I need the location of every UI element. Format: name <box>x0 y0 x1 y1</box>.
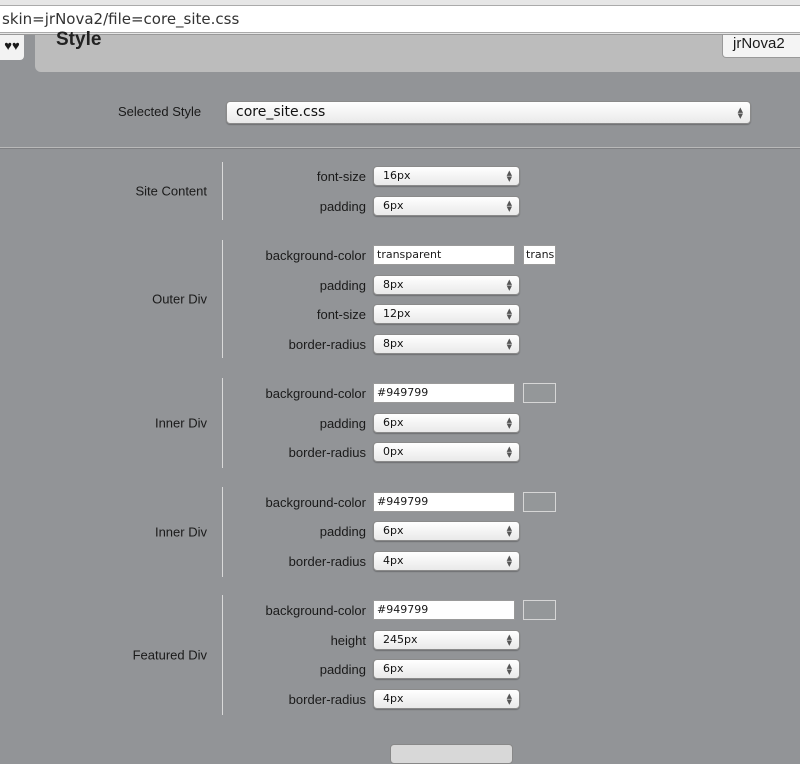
select-value: 8px <box>383 278 404 291</box>
property-label: padding <box>319 278 366 293</box>
property-row: height 245px ▲ ▼ <box>0 630 800 652</box>
border-radius-select[interactable]: 4px ▲ ▼ <box>373 551 520 571</box>
select-arrows-icon: ▲ ▼ <box>506 554 512 568</box>
property-row: background-color transparent trans <box>0 245 800 267</box>
property-label: background-color <box>265 495 366 510</box>
property-label: height <box>330 633 366 648</box>
selected-style-value: core_site.css <box>236 104 326 120</box>
select-value: 12px <box>383 307 411 320</box>
property-row: font-size 16px ▲ ▼ <box>0 166 800 188</box>
select-value: 0px <box>383 445 404 458</box>
property-row: background-color #949799 <box>0 383 800 405</box>
property-label: padding <box>319 416 366 431</box>
select-value: 6px <box>383 524 404 537</box>
select-arrows-icon: ▲ ▼ <box>506 662 512 676</box>
select-arrows-icon: ▲ ▼ <box>506 416 512 430</box>
color-swatch[interactable] <box>523 492 556 512</box>
property-label: background-color <box>265 386 366 401</box>
padding-select[interactable]: 8px ▲ ▼ <box>373 275 520 295</box>
property-row: padding 6px ▲ ▼ <box>0 413 800 435</box>
border-radius-select[interactable]: 4px ▲ ▼ <box>373 689 520 709</box>
select-value: 6px <box>383 416 404 429</box>
property-label: font-size <box>316 307 366 322</box>
style-group: Inner Div background-color #949799 padding 6… <box>0 487 800 577</box>
style-group: Featured Div background-color #949799 heigh… <box>0 595 800 715</box>
select-arrows-icon: ▲ ▼ <box>506 307 512 321</box>
select-value: 6px <box>383 199 404 212</box>
select-arrows-icon: ▲ ▼ <box>737 105 743 120</box>
divider <box>0 147 800 149</box>
select-arrows-icon: ▲ ▼ <box>506 199 512 213</box>
property-row: padding 6px ▲ ▼ <box>0 659 800 681</box>
style-group: Outer Div background-color transparent tran… <box>0 240 800 358</box>
color-swatch[interactable] <box>523 383 556 403</box>
skin-selector[interactable]: jrNova2 <box>722 35 800 58</box>
padding-select[interactable]: 6px ▲ ▼ <box>373 659 520 679</box>
save-button[interactable] <box>390 744 513 764</box>
border-radius-select[interactable]: 0px ▲ ▼ <box>373 442 520 462</box>
style-group: Inner Div background-color #949799 padding 6… <box>0 378 800 468</box>
select-value: 16px <box>383 169 411 182</box>
browser-toolbar: skin=jrNova2/file=core_site.css <box>0 0 800 35</box>
property-label: border-radius <box>288 692 366 707</box>
padding-select[interactable]: 6px ▲ ▼ <box>373 521 520 541</box>
property-row: background-color #949799 <box>0 600 800 622</box>
property-label: border-radius <box>288 337 366 352</box>
background-color-input[interactable]: #949799 <box>373 383 515 403</box>
property-row: padding 6px ▲ ▼ <box>0 196 800 218</box>
select-value: 8px <box>383 337 404 350</box>
property-label: border-radius <box>288 554 366 569</box>
color-swatch[interactable]: trans <box>523 245 556 265</box>
selected-style-label: Selected Style <box>118 104 202 119</box>
padding-select[interactable]: 6px ▲ ▼ <box>373 196 520 216</box>
property-row: border-radius 4px ▲ ▼ <box>0 551 800 573</box>
border-radius-select[interactable]: 8px ▲ ▼ <box>373 334 520 354</box>
select-arrows-icon: ▲ ▼ <box>506 524 512 538</box>
font-size-select[interactable]: 16px ▲ ▼ <box>373 166 520 186</box>
select-arrows-icon: ▲ ▼ <box>506 278 512 292</box>
page-title: Style <box>56 29 102 50</box>
selected-style-select[interactable]: core_site.css ▲ ▼ <box>226 101 751 124</box>
property-row: background-color #949799 <box>0 492 800 514</box>
property-row: padding 6px ▲ ▼ <box>0 521 800 543</box>
hearts-icon[interactable]: ♥♥ <box>0 35 24 60</box>
property-label: padding <box>319 662 366 677</box>
background-color-input[interactable]: #949799 <box>373 492 515 512</box>
property-row: padding 8px ▲ ▼ <box>0 275 800 297</box>
property-label: background-color <box>265 603 366 618</box>
property-label: background-color <box>265 248 366 263</box>
background-color-input[interactable]: transparent <box>373 245 515 265</box>
select-arrows-icon: ▲ ▼ <box>506 633 512 647</box>
property-label: border-radius <box>288 445 366 460</box>
background-color-input[interactable]: #949799 <box>373 600 515 620</box>
page-header: Style jrNova2 <box>35 29 800 72</box>
color-swatch[interactable] <box>523 600 556 620</box>
height-select[interactable]: 245px ▲ ▼ <box>373 630 520 650</box>
address-bar[interactable]: skin=jrNova2/file=core_site.css <box>0 5 800 33</box>
property-label: padding <box>319 199 366 214</box>
property-row: border-radius 8px ▲ ▼ <box>0 334 800 356</box>
select-arrows-icon: ▲ ▼ <box>506 445 512 459</box>
select-value: 4px <box>383 692 404 705</box>
property-label: font-size <box>316 169 366 184</box>
select-value: 6px <box>383 662 404 675</box>
property-row: font-size 12px ▲ ▼ <box>0 304 800 326</box>
font-size-select[interactable]: 12px ▲ ▼ <box>373 304 520 324</box>
select-arrows-icon: ▲ ▼ <box>506 169 512 183</box>
select-value: 245px <box>383 633 418 646</box>
property-row: border-radius 4px ▲ ▼ <box>0 689 800 711</box>
select-arrows-icon: ▲ ▼ <box>506 337 512 351</box>
select-arrows-icon: ▲ ▼ <box>506 692 512 706</box>
property-label: padding <box>319 524 366 539</box>
property-row: border-radius 0px ▲ ▼ <box>0 442 800 464</box>
select-value: 4px <box>383 554 404 567</box>
padding-select[interactable]: 6px ▲ ▼ <box>373 413 520 433</box>
style-group: Site Content font-size 16px ▲ ▼ padding 6px ▲ ▼ <box>0 162 800 220</box>
